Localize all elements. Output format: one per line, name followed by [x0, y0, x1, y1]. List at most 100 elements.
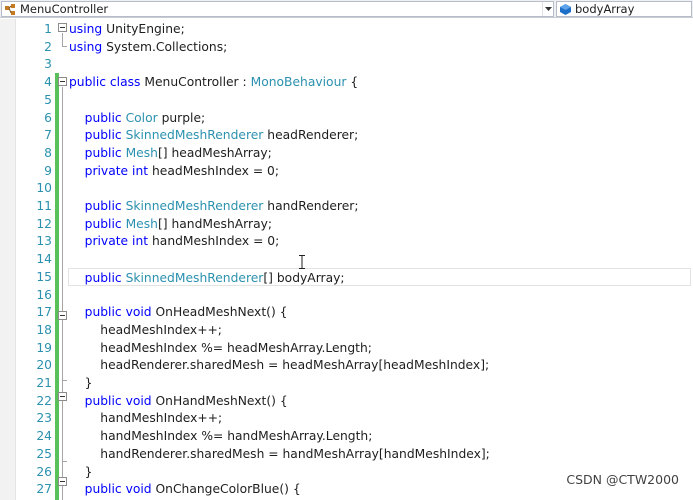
member-dropdown[interactable]: bodyArray	[556, 1, 692, 17]
code-line[interactable]: private int handMeshIndex = 0;	[69, 232, 280, 250]
code-token: OnChangeColorBlue() {	[151, 482, 301, 497]
indicator-margin	[0, 19, 16, 500]
keyword-token: int	[132, 234, 149, 249]
code-token: }	[69, 376, 93, 390]
code-line[interactable]: handRenderer.sharedMesh = handMeshArray[…	[69, 445, 490, 463]
line-number: 5	[44, 92, 52, 107]
line-number: 27	[36, 482, 52, 497]
line-number: 13	[36, 234, 52, 249]
line-number: 19	[36, 340, 52, 355]
code-token: OnHeadMeshNext() {	[151, 305, 288, 320]
code-token: MenuController :	[140, 75, 251, 90]
collapse-toggle[interactable]	[58, 392, 67, 401]
line-number: 9	[44, 163, 52, 178]
code-token: [] handMeshArray;	[157, 216, 273, 231]
keyword-token: using	[69, 39, 103, 54]
code-line[interactable]: public class MenuController : MonoBehavi…	[69, 73, 358, 91]
code-line[interactable]: using UnityEngine;	[69, 20, 185, 38]
keyword-token: public	[84, 270, 122, 285]
code-line[interactable]: public SkinnedMeshRenderer headRenderer;	[69, 126, 359, 144]
member-dropdown-value: bodyArray	[575, 2, 635, 16]
code-token: [] headMeshArray;	[157, 145, 272, 160]
code-token: handMeshIndex++;	[69, 411, 223, 426]
keyword-token: public	[84, 305, 122, 320]
code-token: handMeshIndex = 0;	[148, 234, 280, 249]
type-token: SkinnedMeshRenderer	[125, 199, 264, 213]
code-line[interactable]: public Mesh[] handMeshArray;	[69, 215, 272, 233]
outline-line	[62, 321, 63, 380]
code-line[interactable]: handMeshIndex %= handMeshArray.Length;	[69, 427, 372, 445]
code-token: headMeshIndex %= headMeshArray.Length;	[69, 340, 372, 355]
code-line[interactable]: }	[69, 463, 93, 481]
keyword-token: class	[109, 75, 141, 90]
line-number: 23	[36, 411, 52, 426]
current-code-line[interactable]: public SkinnedMeshRenderer[] bodyArray;	[68, 267, 691, 286]
outline-line	[62, 33, 63, 46]
type-token: MonoBehaviour	[250, 75, 347, 90]
code-line[interactable]: headMeshIndex %= headMeshArray.Length;	[69, 339, 372, 357]
code-token: headMeshIndex++;	[69, 322, 222, 337]
collapse-toggle[interactable]	[58, 477, 67, 486]
collapse-toggle[interactable]	[58, 23, 67, 32]
code-line[interactable]: using System.Collections;	[69, 38, 227, 56]
chevron-down-icon[interactable]	[542, 2, 553, 16]
code-token: System.Collections;	[102, 39, 228, 54]
keyword-token: public	[84, 216, 122, 231]
code-token: UnityEngine;	[102, 22, 185, 36]
line-number: 26	[36, 464, 52, 479]
keyword-token: public	[84, 199, 122, 213]
keyword-token: private	[84, 163, 129, 178]
code-line[interactable]: public Color purple;	[69, 109, 206, 127]
code-line[interactable]: handMeshIndex++;	[69, 409, 222, 427]
keyword-token: public	[84, 128, 122, 143]
line-number: 17	[36, 305, 52, 320]
code-line[interactable]: headMeshIndex++;	[69, 321, 222, 339]
collapse-toggle[interactable]	[58, 77, 67, 86]
type-dropdown[interactable]: MenuController	[1, 1, 554, 17]
code-token: OnHandMeshNext() {	[151, 393, 288, 408]
line-number: 3	[44, 57, 52, 72]
code-token: headRenderer.sharedMesh = headMeshArray[…	[69, 358, 490, 373]
code-editor[interactable]: 1 2 3 4 5 6 7 8 9 10 11 12 13 14 15 16 17 18 19 20 21 22 23 24 2…	[0, 19, 693, 500]
keyword-token: public	[84, 393, 122, 408]
line-number: 6	[44, 110, 52, 125]
line-number: 22	[36, 393, 52, 408]
code-line[interactable]: public void OnHeadMeshNext() {	[69, 303, 288, 321]
code-token: purple;	[157, 110, 206, 125]
line-number: 7	[44, 128, 52, 143]
code-line[interactable]: public void OnChangeColorBlue() {	[69, 480, 301, 498]
code-line[interactable]: headRenderer.sharedMesh = headMeshArray[…	[69, 356, 489, 374]
text-cursor-icon	[299, 255, 305, 269]
code-token: [] bodyArray;	[263, 270, 345, 285]
line-number: 11	[36, 199, 52, 213]
code-token: }	[69, 464, 93, 479]
collapse-toggle[interactable]	[58, 311, 67, 320]
code-line[interactable]: public SkinnedMeshRenderer handRenderer;	[69, 197, 359, 215]
code-line[interactable]: public Mesh[] headMeshArray;	[69, 144, 272, 162]
line-number: 21	[36, 376, 52, 390]
keyword-token: public	[84, 482, 122, 497]
code-line[interactable]: }	[69, 374, 93, 392]
line-number: 2	[44, 39, 52, 54]
line-number: 20	[36, 358, 52, 373]
change-indicator	[55, 73, 59, 500]
code-line[interactable]: public void OnHandMeshNext() {	[69, 392, 288, 410]
code-line[interactable]: private int headMeshIndex = 0;	[69, 162, 279, 180]
line-number: 15	[36, 269, 52, 284]
line-number: 10	[36, 181, 52, 196]
line-number-gutter: 1 2 3 4 5 6 7 8 9 10 11 12 13 14 15 16 17 18 19 20 21 22 23 24 2…	[16, 19, 53, 500]
line-number: 14	[36, 252, 52, 267]
keyword-token: private	[84, 234, 129, 249]
keyword-token: int	[132, 163, 149, 178]
outline-line	[62, 402, 63, 461]
code-token: headMeshIndex = 0;	[148, 163, 280, 178]
type-token: Mesh	[125, 145, 158, 160]
